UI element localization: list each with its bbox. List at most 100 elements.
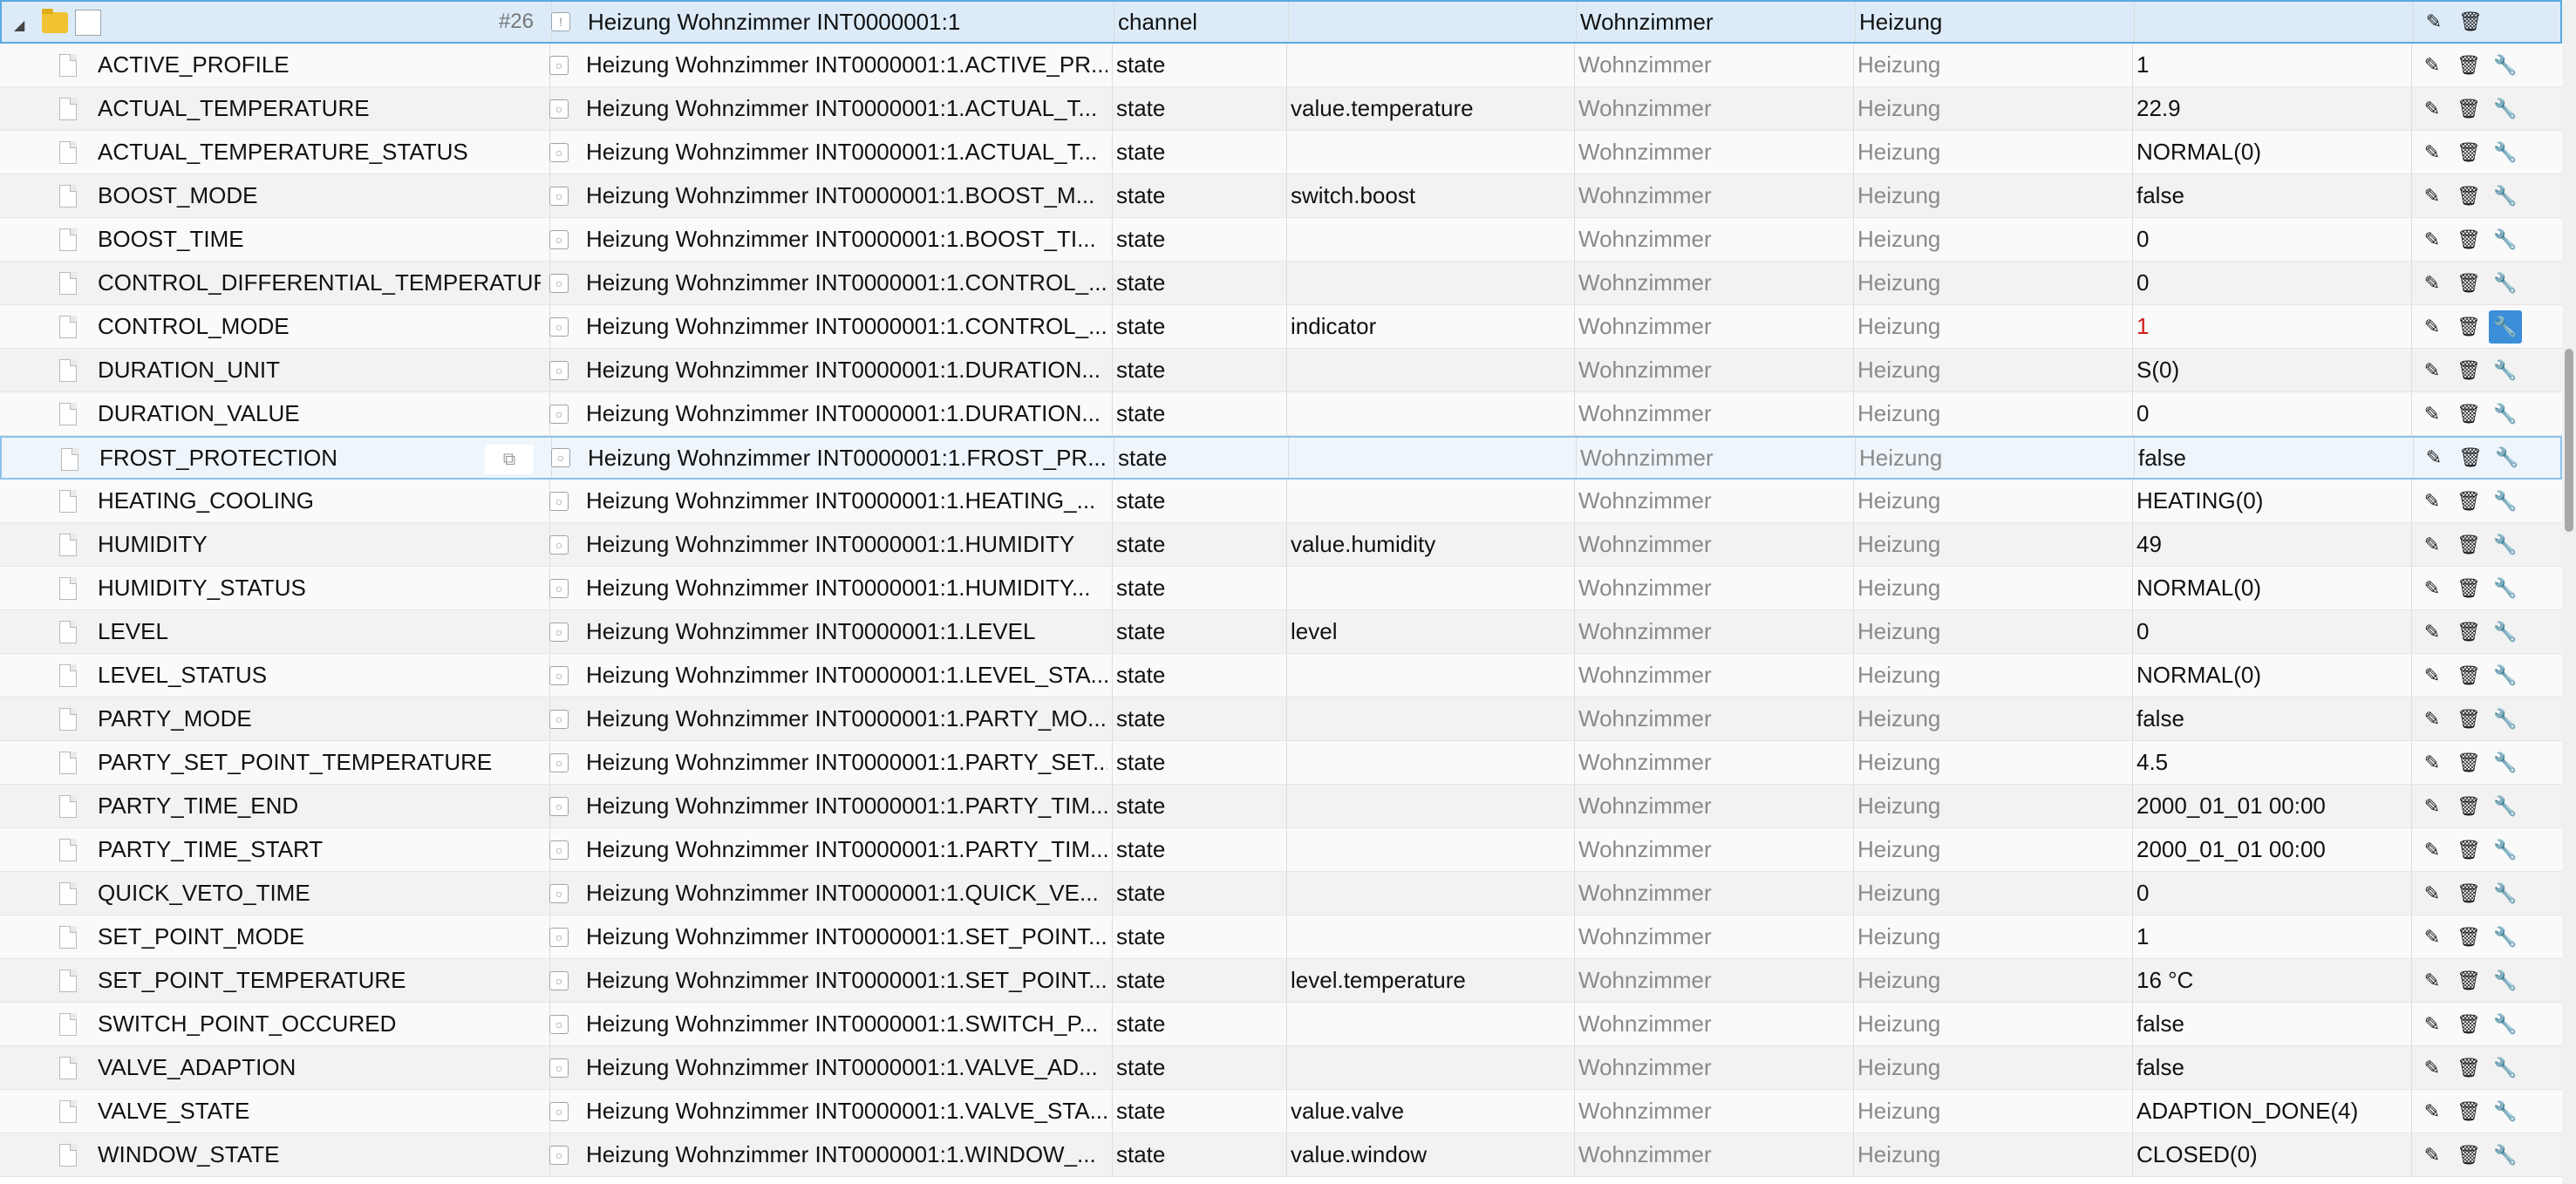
state-row[interactable]: SET_POINT_TEMPERATURE ○ Heizung Wohnzimm… bbox=[0, 959, 2562, 1003]
wrench-icon[interactable]: 🔧 bbox=[2489, 921, 2522, 954]
wrench-icon[interactable]: 🔧 bbox=[2489, 877, 2522, 910]
state-row[interactable]: QUICK_VETO_TIME ○ Heizung Wohnzimmer INT… bbox=[0, 872, 2562, 915]
trash-icon[interactable]: 🗑 bbox=[2452, 92, 2485, 126]
trash-icon[interactable]: 🗑 bbox=[2452, 659, 2485, 692]
wrench-icon[interactable]: 🔧 bbox=[2489, 180, 2522, 213]
state-row[interactable]: PARTY_MODE ○ Heizung Wohnzimmer INT00000… bbox=[0, 697, 2562, 741]
pencil-icon[interactable]: ✎ bbox=[2416, 485, 2449, 518]
value-cell[interactable]: NORMAL(0) bbox=[2136, 567, 2398, 609]
value-cell[interactable]: HEATING(0) bbox=[2136, 480, 2398, 522]
pencil-icon[interactable]: ✎ bbox=[2416, 49, 2449, 82]
pencil-icon[interactable]: ✎ bbox=[2417, 441, 2450, 474]
trash-icon[interactable]: 🗑 bbox=[2452, 267, 2485, 300]
value-cell[interactable]: 2000_01_01 00:00 bbox=[2136, 785, 2398, 827]
trash-icon[interactable]: 🗑 bbox=[2452, 398, 2485, 431]
state-row[interactable]: FROST_PROTECTION ⧉ ○ Heizung Wohnzimmer … bbox=[0, 436, 2562, 480]
wrench-icon[interactable]: 🔧 bbox=[2489, 1139, 2522, 1172]
trash-icon[interactable]: 🗑 bbox=[2454, 441, 2487, 474]
value-cell[interactable]: 49 bbox=[2136, 523, 2398, 566]
value-cell[interactable]: false bbox=[2138, 438, 2400, 478]
state-row[interactable]: CONTROL_MODE ○ Heizung Wohnzimmer INT000… bbox=[0, 305, 2562, 349]
trash-icon[interactable]: 🗑 bbox=[2452, 1139, 2485, 1172]
wrench-icon[interactable]: 🔧 bbox=[2489, 703, 2522, 736]
wrench-icon[interactable]: 🔧 bbox=[2489, 49, 2522, 82]
state-row[interactable]: BOOST_MODE ○ Heizung Wohnzimmer INT00000… bbox=[0, 174, 2562, 218]
value-cell[interactable]: false bbox=[2136, 697, 2398, 740]
value-cell[interactable]: 4.5 bbox=[2136, 741, 2398, 784]
trash-icon[interactable]: 🗑 bbox=[2452, 223, 2485, 256]
value-cell[interactable]: 22.9 bbox=[2136, 87, 2398, 130]
pencil-icon[interactable]: ✎ bbox=[2416, 136, 2449, 169]
wrench-icon[interactable]: 🔧 bbox=[2489, 746, 2522, 779]
state-row[interactable]: HUMIDITY ○ Heizung Wohnzimmer INT0000001… bbox=[0, 523, 2562, 567]
pencil-icon[interactable]: ✎ bbox=[2416, 834, 2449, 867]
trash-icon[interactable]: 🗑 bbox=[2452, 180, 2485, 213]
trash-icon[interactable]: 🗑 bbox=[2454, 5, 2487, 38]
state-row[interactable]: VALVE_ADAPTION ○ Heizung Wohnzimmer INT0… bbox=[0, 1046, 2562, 1090]
pencil-icon[interactable]: ✎ bbox=[2417, 5, 2450, 38]
pencil-icon[interactable]: ✎ bbox=[2416, 746, 2449, 779]
trash-icon[interactable]: 🗑 bbox=[2452, 1095, 2485, 1128]
value-cell[interactable]: 0 bbox=[2136, 218, 2398, 261]
pencil-icon[interactable]: ✎ bbox=[2416, 1139, 2449, 1172]
copy-icon[interactable]: ⧉ bbox=[485, 445, 534, 474]
wrench-icon[interactable]: 🔧 bbox=[2489, 528, 2522, 561]
pencil-icon[interactable]: ✎ bbox=[2416, 572, 2449, 605]
trash-icon[interactable]: 🗑 bbox=[2452, 964, 2485, 997]
trash-icon[interactable]: 🗑 bbox=[2452, 877, 2485, 910]
trash-icon[interactable]: 🗑 bbox=[2452, 1008, 2485, 1041]
pencil-icon[interactable]: ✎ bbox=[2416, 180, 2449, 213]
pencil-icon[interactable]: ✎ bbox=[2416, 92, 2449, 126]
wrench-icon[interactable]: 🔧 bbox=[2489, 616, 2522, 649]
value-cell[interactable]: ADAPTION_DONE(4) bbox=[2136, 1090, 2398, 1133]
value-cell[interactable]: false bbox=[2136, 1046, 2398, 1089]
wrench-icon[interactable]: 🔧 bbox=[2489, 267, 2522, 300]
wrench-icon[interactable]: 🔧 bbox=[2489, 398, 2522, 431]
state-row[interactable]: BOOST_TIME ○ Heizung Wohnzimmer INT00000… bbox=[0, 218, 2562, 262]
scrollbar-thumb[interactable] bbox=[2565, 349, 2573, 532]
state-row[interactable]: DURATION_VALUE ○ Heizung Wohnzimmer INT0… bbox=[0, 392, 2562, 436]
trash-icon[interactable]: 🗑 bbox=[2452, 1051, 2485, 1085]
pencil-icon[interactable]: ✎ bbox=[2416, 703, 2449, 736]
pencil-icon[interactable]: ✎ bbox=[2416, 790, 2449, 823]
state-row[interactable]: ACTIVE_PROFILE ○ Heizung Wohnzimmer INT0… bbox=[0, 44, 2562, 87]
pencil-icon[interactable]: ✎ bbox=[2416, 267, 2449, 300]
pencil-icon[interactable]: ✎ bbox=[2416, 398, 2449, 431]
pencil-icon[interactable]: ✎ bbox=[2416, 1051, 2449, 1085]
pencil-icon[interactable]: ✎ bbox=[2416, 877, 2449, 910]
pencil-icon[interactable]: ✎ bbox=[2416, 964, 2449, 997]
pencil-icon[interactable]: ✎ bbox=[2416, 354, 2449, 387]
value-cell[interactable]: 1 bbox=[2136, 44, 2398, 86]
wrench-icon[interactable]: 🔧 bbox=[2489, 92, 2522, 126]
value-cell[interactable]: NORMAL(0) bbox=[2136, 654, 2398, 697]
wrench-icon[interactable]: 🔧 bbox=[2489, 1095, 2522, 1128]
vertical-scrollbar[interactable] bbox=[2562, 0, 2576, 1184]
state-row[interactable]: LEVEL_STATUS ○ Heizung Wohnzimmer INT000… bbox=[0, 654, 2562, 697]
trash-icon[interactable]: 🗑 bbox=[2452, 790, 2485, 823]
trash-icon[interactable]: 🗑 bbox=[2452, 616, 2485, 649]
state-row[interactable]: SET_POINT_MODE ○ Heizung Wohnzimmer INT0… bbox=[0, 915, 2562, 959]
value-cell[interactable]: CLOSED(0) bbox=[2136, 1133, 2398, 1176]
pencil-icon[interactable]: ✎ bbox=[2416, 1095, 2449, 1128]
trash-icon[interactable]: 🗑 bbox=[2452, 528, 2485, 561]
trash-icon[interactable]: 🗑 bbox=[2452, 136, 2485, 169]
wrench-icon[interactable]: 🔧 bbox=[2489, 1051, 2522, 1085]
trash-icon[interactable]: 🗑 bbox=[2452, 310, 2485, 344]
pencil-icon[interactable]: ✎ bbox=[2416, 223, 2449, 256]
wrench-icon[interactable]: 🔧 bbox=[2489, 834, 2522, 867]
value-cell[interactable]: 0 bbox=[2136, 392, 2398, 435]
pencil-icon[interactable]: ✎ bbox=[2416, 310, 2449, 344]
value-cell[interactable]: S(0) bbox=[2136, 349, 2398, 391]
trash-icon[interactable]: 🗑 bbox=[2452, 49, 2485, 82]
wrench-icon[interactable]: 🔧 bbox=[2489, 485, 2522, 518]
wrench-icon[interactable]: 🔧 bbox=[2489, 790, 2522, 823]
state-row[interactable]: WINDOW_STATE ○ Heizung Wohnzimmer INT000… bbox=[0, 1133, 2562, 1177]
pencil-icon[interactable]: ✎ bbox=[2416, 659, 2449, 692]
state-row[interactable]: LEVEL ○ Heizung Wohnzimmer INT0000001:1.… bbox=[0, 610, 2562, 654]
pencil-icon[interactable]: ✎ bbox=[2416, 616, 2449, 649]
value-cell[interactable]: false bbox=[2136, 1003, 2398, 1045]
state-row[interactable]: HEATING_COOLING ○ Heizung Wohnzimmer INT… bbox=[0, 480, 2562, 523]
state-row[interactable]: HUMIDITY_STATUS ○ Heizung Wohnzimmer INT… bbox=[0, 567, 2562, 610]
channel-checkbox[interactable] bbox=[75, 10, 101, 36]
channel-row[interactable]: ◢ #26 ! Heizung Wohnzimmer INT0000001:1 … bbox=[0, 0, 2562, 44]
